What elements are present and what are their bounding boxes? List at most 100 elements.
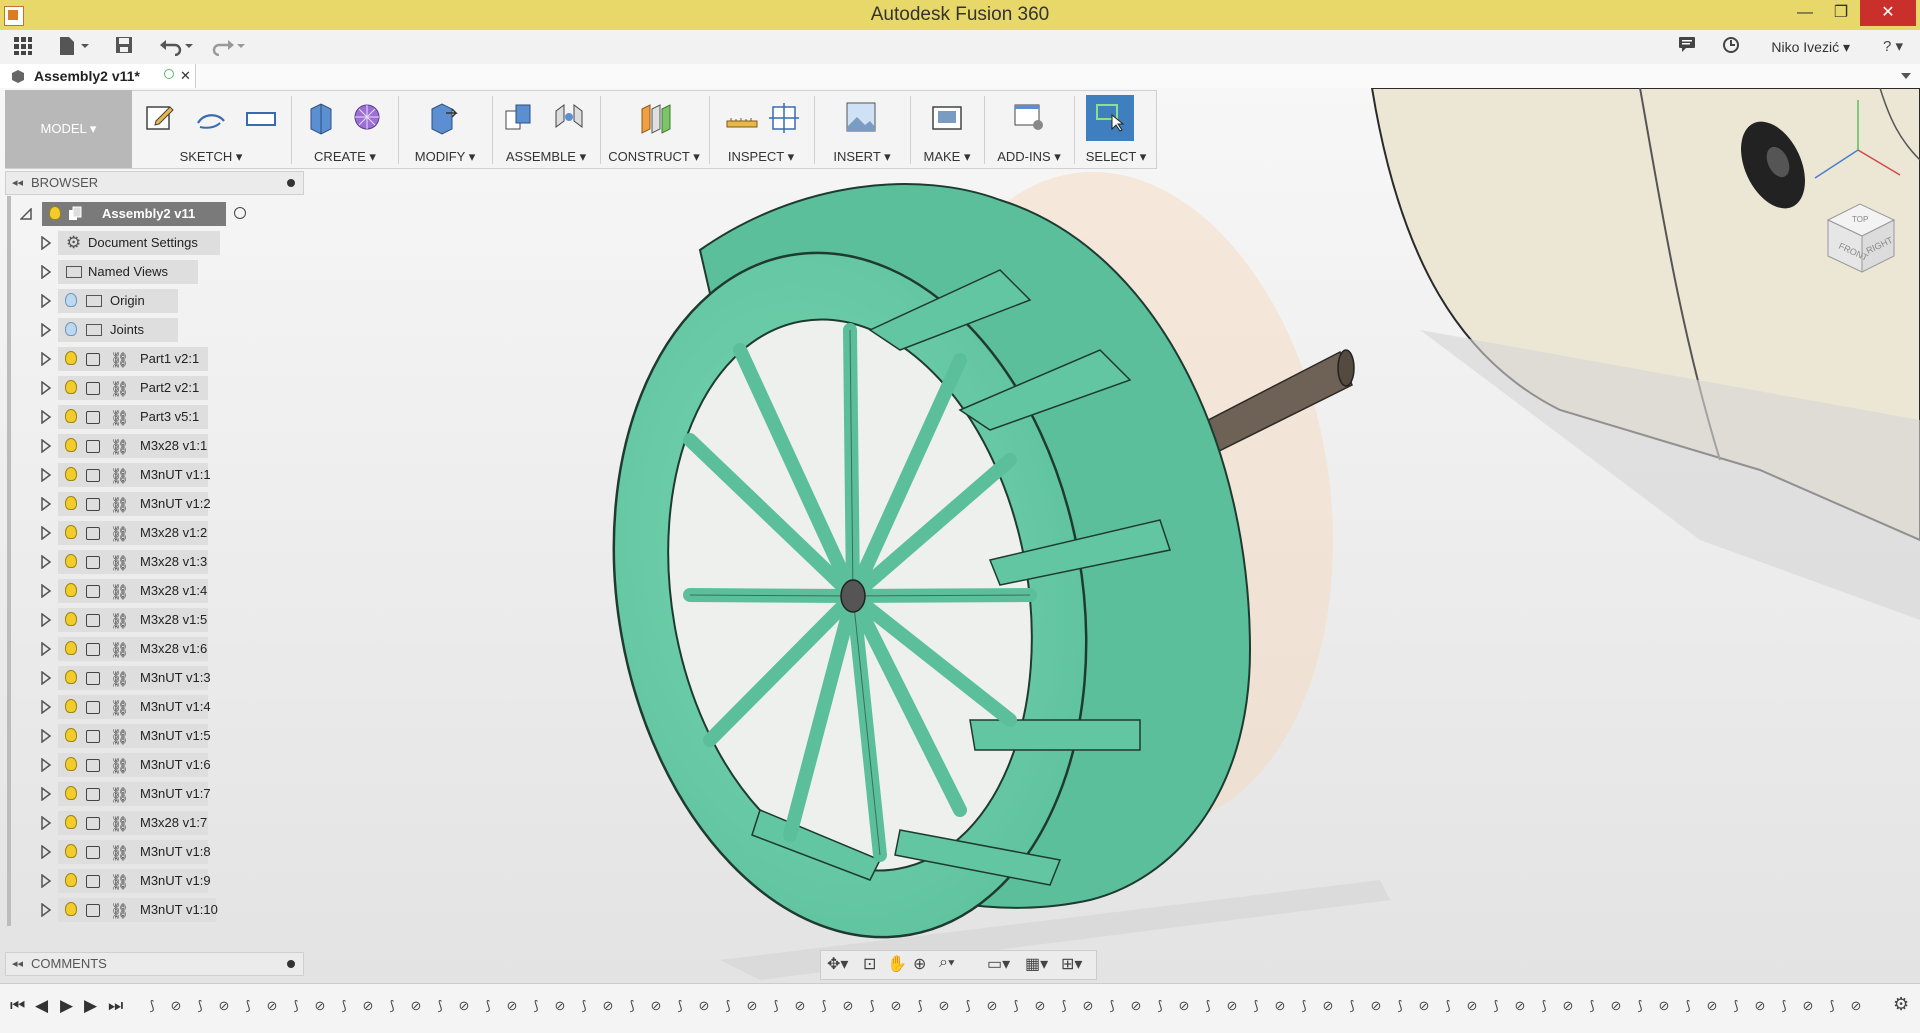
browser-node-pill[interactable]: ⛓ Part2 v2:1	[58, 376, 208, 400]
timeline-joint-icon[interactable]: ⊘	[744, 998, 760, 1014]
expand-triangle-icon[interactable]	[40, 410, 52, 424]
redo-icon[interactable]	[210, 36, 248, 58]
timeline-joint-icon[interactable]: ⊘	[408, 998, 424, 1014]
create-sketch-icon[interactable]	[144, 99, 178, 135]
timeline-joint-icon[interactable]: ⟆	[672, 998, 688, 1014]
make-menu-label[interactable]: MAKE ▾	[912, 149, 982, 165]
timeline-joint-icon[interactable]: ⊘	[696, 998, 712, 1014]
timeline-joint-icon[interactable]: ⟆	[1632, 998, 1648, 1014]
expand-triangle-icon[interactable]	[40, 468, 52, 482]
step-forward-icon[interactable]: ▶	[84, 996, 97, 1016]
visibility-bulb-icon[interactable]	[65, 699, 77, 713]
expand-triangle-icon[interactable]	[40, 439, 52, 453]
play-icon[interactable]: ▶	[60, 996, 73, 1016]
visibility-bulb-icon[interactable]	[65, 293, 77, 307]
timeline-joint-icon[interactable]: ⊘	[216, 998, 232, 1014]
visibility-bulb-icon[interactable]	[65, 438, 77, 452]
timeline-joint-icon[interactable]: ⊘	[360, 998, 376, 1014]
visibility-bulb-icon[interactable]	[49, 206, 61, 220]
timeline-joint-icon[interactable]: ⟆	[288, 998, 304, 1014]
scripts-addins-icon[interactable]	[1012, 99, 1046, 135]
collapse-comments-icon[interactable]: ◂◂	[12, 953, 23, 975]
browser-node-pill[interactable]: Named Views	[58, 260, 198, 284]
browser-node-pill[interactable]: ⛓ M3x28 v1:5	[58, 608, 208, 632]
browser-node-pill[interactable]: ⛓ M3x28 v1:2	[58, 521, 208, 545]
timeline-joint-icon[interactable]: ⊘	[1608, 998, 1624, 1014]
browser-node-pill[interactable]: ⛓ M3x28 v1:1	[58, 434, 208, 458]
timeline-joint-icon[interactable]: ⟆	[624, 998, 640, 1014]
visibility-bulb-icon[interactable]	[65, 525, 77, 539]
visibility-bulb-icon[interactable]	[65, 612, 77, 626]
insert-group[interactable]: INSERT ▾	[816, 90, 908, 168]
add-ins-group[interactable]: ADD-INS ▾	[986, 90, 1072, 168]
timeline-joint-icon[interactable]: ⟆	[912, 998, 928, 1014]
insert-menu-label[interactable]: INSERT ▾	[816, 149, 908, 165]
timeline-joint-icon[interactable]: ⊘	[312, 998, 328, 1014]
create-group[interactable]: CREATE ▾	[295, 90, 395, 168]
timeline-joint-icon[interactable]: ⊘	[1080, 998, 1096, 1014]
timeline-joint-icon[interactable]: ⊘	[984, 998, 1000, 1014]
timeline-joint-icon[interactable]: ⟆	[480, 998, 496, 1014]
browser-pin-icon[interactable]	[287, 179, 295, 187]
timeline-joint-icon[interactable]: ⟆	[1104, 998, 1120, 1014]
timeline-joint-icon[interactable]: ⟆	[1536, 998, 1552, 1014]
browser-panel-header[interactable]: ◂◂ BROWSER	[5, 171, 304, 195]
timeline-joint-icon[interactable]: ⟆	[1344, 998, 1360, 1014]
browser-node-pill[interactable]: ⛓ M3nUT v1:6	[58, 753, 211, 777]
expand-triangle-icon[interactable]	[40, 758, 52, 772]
add-ins-menu-label[interactable]: ADD-INS ▾	[986, 149, 1072, 165]
close-tab-button[interactable]: ✕	[180, 64, 191, 88]
visibility-bulb-icon[interactable]	[65, 409, 77, 423]
timeline-joint-icon[interactable]: ⟆	[384, 998, 400, 1014]
expand-triangle-icon[interactable]	[40, 381, 52, 395]
browser-node-pill[interactable]: Origin	[58, 289, 178, 313]
new-component-icon[interactable]	[502, 99, 536, 135]
expanded-triangle-icon[interactable]	[20, 208, 32, 220]
browser-node-pill[interactable]: ⛓ M3nUT v1:1	[58, 463, 211, 487]
measure-icon[interactable]	[725, 99, 759, 135]
user-account-menu[interactable]: Niko Ivezić ▾	[1771, 30, 1850, 64]
expand-triangle-icon[interactable]	[40, 787, 52, 801]
maximize-button[interactable]: ❐	[1820, 0, 1862, 26]
timeline-joint-icon[interactable]: ⊘	[504, 998, 520, 1014]
form-sculpt-icon[interactable]	[351, 99, 385, 135]
expand-triangle-icon[interactable]	[40, 874, 52, 888]
timeline-joint-icon[interactable]: ⊘	[1560, 998, 1576, 1014]
timeline-joint-icon[interactable]: ⊘	[1224, 998, 1240, 1014]
visibility-bulb-icon[interactable]	[65, 902, 77, 916]
visibility-bulb-icon[interactable]	[65, 583, 77, 597]
select-group[interactable]: SELECT ▾	[1076, 90, 1156, 168]
timeline-joint-icon[interactable]: ⟆	[960, 998, 976, 1014]
expand-triangle-icon[interactable]	[40, 816, 52, 830]
timeline-joint-icon[interactable]: ⟆	[1008, 998, 1024, 1014]
timeline-joint-icon[interactable]: ⟆	[1824, 998, 1840, 1014]
browser-node-pill[interactable]: ⛓ Part1 v2:1	[58, 347, 208, 371]
expand-triangle-icon[interactable]	[40, 584, 52, 598]
timeline-joint-icon[interactable]: ⟆	[528, 998, 544, 1014]
expand-triangle-icon[interactable]	[40, 903, 52, 917]
data-panel-grid-icon[interactable]	[12, 36, 34, 58]
display-settings-icon[interactable]: ▭▾	[987, 954, 1010, 974]
line-sketch-icon[interactable]	[194, 99, 228, 135]
visibility-bulb-icon[interactable]	[65, 351, 77, 365]
file-menu-icon[interactable]	[56, 36, 92, 58]
visibility-bulb-icon[interactable]	[65, 757, 77, 771]
notification-icon[interactable]	[1676, 36, 1698, 58]
browser-node-pill[interactable]: ⛓ M3nUT v1:9	[58, 869, 211, 893]
3d-viewport[interactable]: FRONT RIGHT TOP	[0, 88, 1920, 983]
close-window-button[interactable]: ✕	[1860, 0, 1916, 26]
browser-node-pill[interactable]: ⛓ M3x28 v1:6	[58, 637, 208, 661]
expand-triangle-icon[interactable]	[40, 236, 52, 250]
timeline-joint-icon[interactable]: ⊘	[1272, 998, 1288, 1014]
timeline-joint-icon[interactable]: ⟆	[1680, 998, 1696, 1014]
expand-triangle-icon[interactable]	[40, 700, 52, 714]
construct-menu-label[interactable]: CONSTRUCT ▾	[602, 149, 706, 165]
browser-node-pill[interactable]: ⛓ M3nUT v1:10	[58, 898, 218, 922]
browser-node-pill[interactable]: ⚙ Document Settings	[58, 231, 220, 255]
timeline-joint-icon[interactable]: ⟆	[192, 998, 208, 1014]
construct-group[interactable]: CONSTRUCT ▾	[602, 90, 706, 168]
timeline-joint-icon[interactable]: ⊘	[1416, 998, 1432, 1014]
make-group[interactable]: MAKE ▾	[912, 90, 982, 168]
job-status-clock-icon[interactable]	[1720, 36, 1742, 58]
timeline-joint-icon[interactable]: ⊘	[840, 998, 856, 1014]
